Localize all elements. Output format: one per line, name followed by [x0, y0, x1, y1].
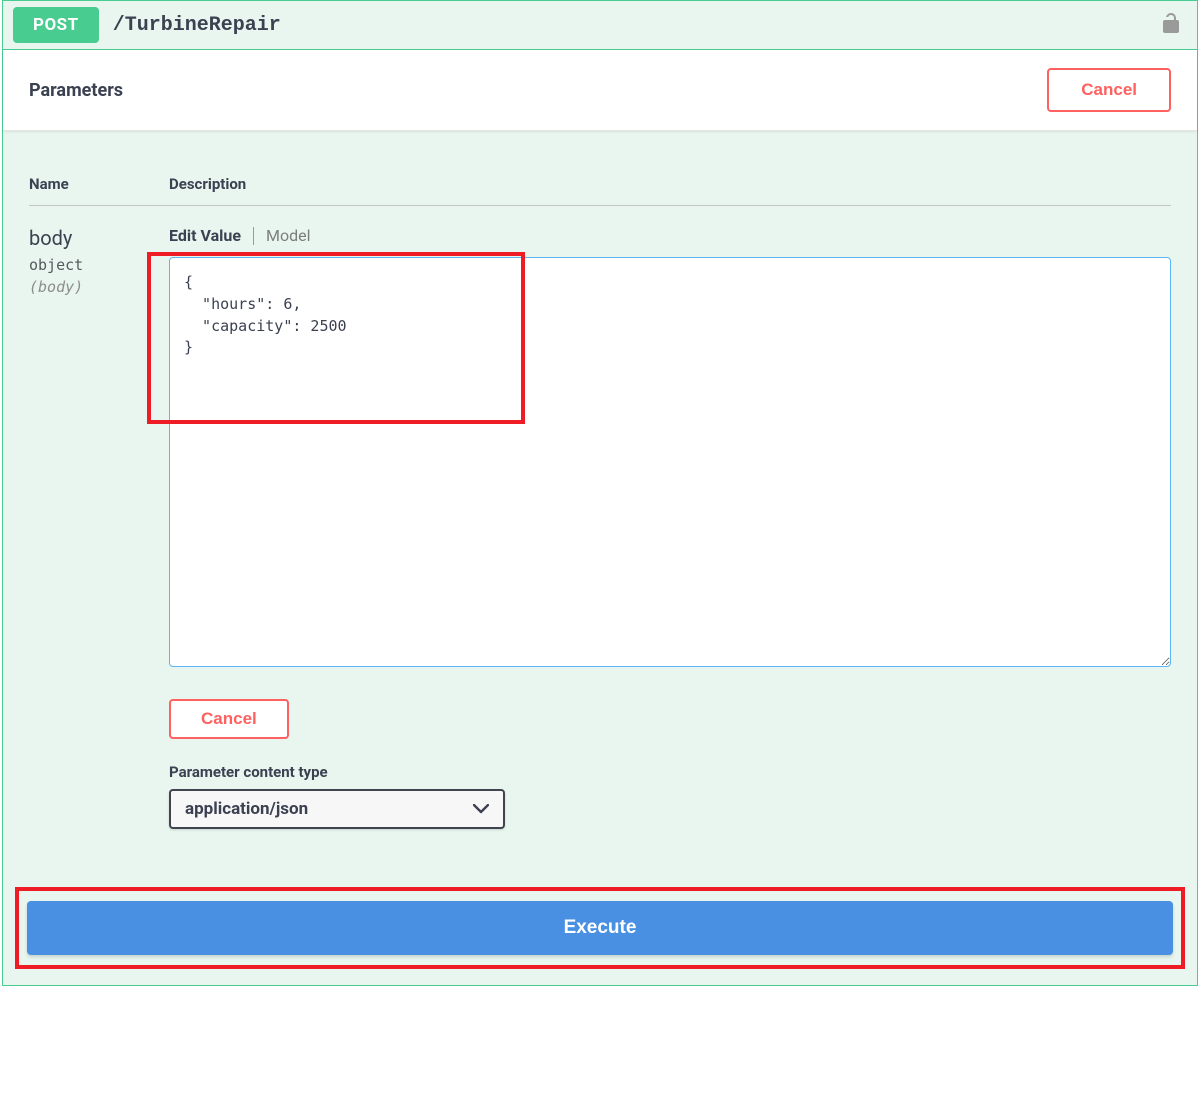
column-name-header: Name [29, 175, 169, 193]
chevron-down-icon [473, 799, 489, 819]
parameter-in: (body) [29, 278, 169, 296]
execute-button[interactable]: Execute [27, 901, 1173, 955]
parameter-type: object [29, 256, 169, 274]
http-method-badge: POST [13, 7, 99, 43]
parameters-header: Parameters Cancel [3, 50, 1197, 131]
endpoint-summary[interactable]: POST /TurbineRepair [3, 1, 1197, 50]
columns-header: Name Description [29, 175, 1171, 206]
execute-section: Execute [17, 889, 1183, 967]
parameter-name-column: body object (body) [29, 226, 169, 829]
content-type-label: Parameter content type [169, 763, 1171, 781]
tab-edit-value[interactable]: Edit Value [169, 226, 241, 245]
content-type-value: application/json [185, 799, 308, 819]
parameter-row-body: body object (body) Edit Value Model Canc… [29, 206, 1171, 829]
cancel-button[interactable]: Cancel [1047, 68, 1171, 112]
body-tabs: Edit Value Model [169, 226, 1171, 245]
column-description-header: Description [169, 175, 246, 193]
unlock-icon[interactable] [1161, 11, 1187, 39]
parameter-description-column: Edit Value Model Cancel Parameter conten… [169, 226, 1171, 829]
parameters-title: Parameters [29, 80, 123, 101]
endpoint-path: /TurbineRepair [113, 14, 1161, 37]
parameter-name: body [29, 226, 169, 250]
body-textarea[interactable] [169, 257, 1171, 667]
tab-model[interactable]: Model [266, 226, 311, 245]
content-type-select[interactable]: application/json [169, 789, 505, 829]
tab-divider [253, 227, 254, 245]
parameters-body: Name Description body object (body) Edit… [3, 131, 1197, 829]
endpoint-panel: POST /TurbineRepair Parameters Cancel Na… [2, 0, 1198, 986]
body-cancel-button[interactable]: Cancel [169, 699, 289, 739]
